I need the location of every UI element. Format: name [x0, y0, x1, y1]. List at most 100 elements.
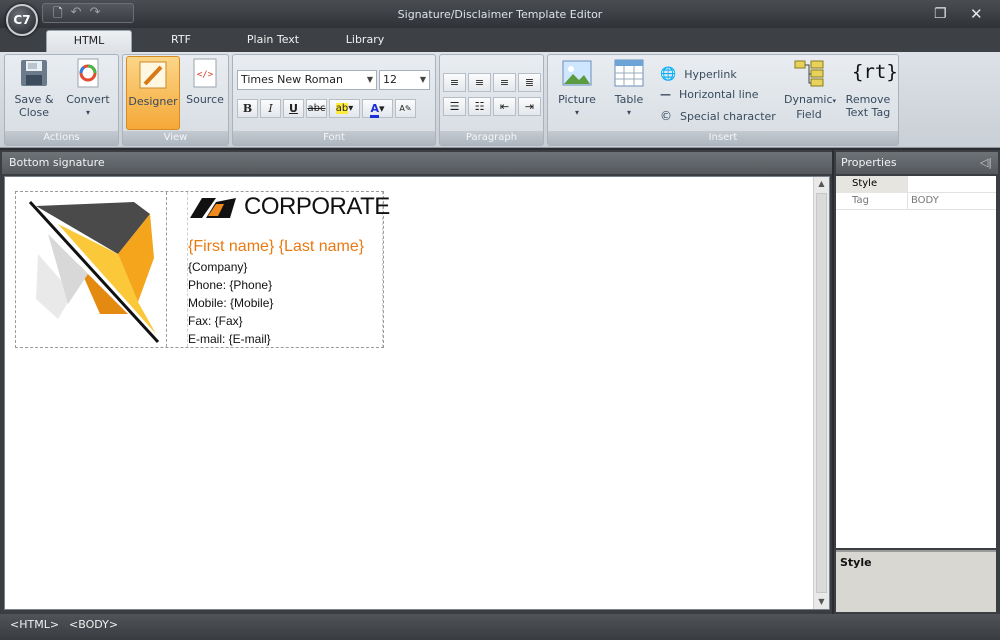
- properties-title: Properties ◁|: [836, 152, 998, 174]
- pin-panel-icon[interactable]: ◁|: [980, 152, 992, 174]
- underline-icon[interactable]: U: [283, 99, 304, 118]
- tab-html[interactable]: HTML: [46, 30, 132, 52]
- horizontal-line-icon: —: [660, 88, 671, 101]
- globe-link-icon: 🌐: [660, 67, 677, 82]
- special-character-button[interactable]: © Special character: [660, 109, 776, 123]
- picture-dropdown-icon: ▾: [574, 108, 579, 117]
- table-dropdown-icon: ▾: [626, 108, 631, 117]
- font-color-icon[interactable]: A▾: [362, 99, 393, 118]
- clear-formatting-icon[interactable]: A✎: [395, 99, 416, 118]
- title-bar: 🗋 ↶ ↷ Signature/Disclaimer Template Edit…: [0, 0, 1000, 28]
- design-surface[interactable]: CORPORATE {First name} {Last name} {Comp…: [4, 176, 830, 610]
- font-size-value: 12: [383, 73, 397, 86]
- list-row: ☰ ☷ ⇤ ⇥: [443, 97, 541, 116]
- italic-icon[interactable]: I: [260, 99, 281, 118]
- chevron-down-icon: ▼: [366, 75, 373, 84]
- dynamic-field-icon: [793, 57, 825, 89]
- align-left-icon[interactable]: ≡: [443, 73, 466, 92]
- fax-field[interactable]: Fax: {Fax}: [188, 314, 243, 328]
- tab-plain-text[interactable]: Plain Text: [230, 30, 316, 52]
- align-justify-icon[interactable]: ≣: [518, 73, 541, 92]
- font-size-select[interactable]: 12 ▼: [379, 70, 430, 90]
- app-logo[interactable]: C7: [6, 4, 38, 36]
- restore-window-icon[interactable]: ❐: [934, 6, 947, 22]
- property-key: Tag: [836, 193, 908, 210]
- highlight-color-icon[interactable]: ab▾: [329, 99, 360, 118]
- designer-label: Designer: [128, 95, 178, 108]
- source-code-icon: </>: [189, 57, 221, 89]
- save-close-button[interactable]: Save & Close: [9, 57, 59, 119]
- mobile-field[interactable]: Mobile: {Mobile}: [188, 296, 273, 310]
- convert-label: Convert: [66, 93, 110, 106]
- cell-divider: [166, 192, 167, 347]
- special-character-label: Special character: [680, 109, 776, 123]
- remove-text-tag-icon: {rt}: [852, 61, 898, 83]
- convert-button[interactable]: Convert ▾: [63, 57, 113, 119]
- remove-text-tag-button[interactable]: {rt} Remove Text Tag: [842, 57, 898, 119]
- scroll-up-icon[interactable]: ▲: [814, 177, 829, 191]
- property-row-tag[interactable]: Tag BODY: [836, 193, 996, 210]
- dynamic-field-label: Dynamic▾ Field: [784, 93, 837, 121]
- decrease-indent-icon[interactable]: ⇤: [493, 97, 516, 116]
- view-group-label: View: [123, 131, 228, 145]
- picture-button[interactable]: Picture ▾: [554, 57, 600, 119]
- contact-cell[interactable]: CORPORATE {First name} {Last name} {Comp…: [187, 192, 390, 347]
- floppy-disk-icon: [18, 57, 50, 89]
- editor-panel: Bottom signature CORPORATE {First name} …: [0, 150, 832, 614]
- source-button[interactable]: </> Source: [183, 57, 227, 106]
- status-bar: <HTML> <BODY>: [0, 614, 1000, 640]
- designer-pencil-icon: [137, 59, 169, 91]
- vertical-scrollbar[interactable]: ▲ ▼: [813, 177, 829, 609]
- signature-table[interactable]: CORPORATE {First name} {Last name} {Comp…: [15, 191, 390, 348]
- corporate-logo: CORPORATE: [188, 192, 390, 222]
- insert-group-label: Insert: [548, 131, 898, 145]
- full-name-field[interactable]: {First name} {Last name}: [188, 238, 364, 256]
- body-tag-breadcrumb[interactable]: <BODY>: [69, 614, 118, 640]
- actions-group-label: Actions: [5, 131, 118, 145]
- font-family-value: Times New Roman: [241, 73, 343, 86]
- picture-icon: [561, 57, 593, 89]
- phone-field[interactable]: Phone: {Phone}: [188, 278, 272, 292]
- close-window-icon[interactable]: ✕: [970, 6, 983, 22]
- paragraph-group-label: Paragraph: [440, 131, 543, 145]
- remove-text-tag-label: Remove Text Tag: [845, 93, 891, 119]
- tab-rtf[interactable]: RTF: [138, 30, 224, 52]
- panel-title: Bottom signature: [2, 152, 832, 174]
- numbered-list-icon[interactable]: ☷: [468, 97, 491, 116]
- property-value[interactable]: [909, 176, 996, 193]
- font-family-select[interactable]: Times New Roman ▼: [237, 70, 377, 90]
- property-row-style[interactable]: Style: [836, 176, 996, 193]
- tab-library[interactable]: Library: [322, 30, 408, 52]
- designer-button[interactable]: Designer: [126, 56, 180, 130]
- actions-group: Save & Close Convert ▾ Actions: [4, 54, 119, 146]
- scroll-thumb[interactable]: [816, 193, 827, 593]
- ribbon-tabs: HTML RTF Plain Text Library: [0, 28, 1000, 52]
- html-tag-breadcrumb[interactable]: <HTML>: [10, 614, 59, 640]
- increase-indent-icon[interactable]: ⇥: [518, 97, 541, 116]
- bullet-list-icon[interactable]: ☰: [443, 97, 466, 116]
- property-key: Style: [836, 176, 908, 193]
- dynamic-field-button[interactable]: Dynamic▾ Field: [784, 57, 837, 121]
- align-right-icon[interactable]: ≡: [493, 73, 516, 92]
- scroll-down-icon[interactable]: ▼: [814, 595, 829, 609]
- email-field[interactable]: E-mail: {E-mail}: [188, 332, 271, 346]
- insert-group: Picture ▾ Table ▾ 🌐 Hyperlink — Horizont…: [547, 54, 899, 146]
- window-title: Signature/Disclaimer Template Editor: [397, 8, 603, 21]
- strikethrough-icon[interactable]: abc: [306, 99, 327, 118]
- table-button[interactable]: Table ▾: [606, 57, 652, 119]
- picture-label: Picture: [558, 93, 596, 106]
- property-grid[interactable]: Style Tag BODY: [836, 176, 996, 548]
- paragraph-group: ≡ ≡ ≡ ≣ ☰ ☷ ⇤ ⇥ Paragraph: [439, 54, 544, 146]
- company-field[interactable]: {Company}: [188, 260, 247, 274]
- horizontal-line-button[interactable]: — Horizontal line: [660, 88, 759, 101]
- horizontal-line-label: Horizontal line: [679, 88, 759, 101]
- logo-image[interactable]: [18, 194, 164, 345]
- property-value: BODY: [911, 195, 939, 206]
- font-group-label: Font: [233, 131, 435, 145]
- hyperlink-button[interactable]: 🌐 Hyperlink: [660, 67, 737, 82]
- align-center-icon[interactable]: ≡: [468, 73, 491, 92]
- source-label: Source: [186, 93, 224, 106]
- alignment-row: ≡ ≡ ≡ ≣: [443, 73, 541, 92]
- svg-text:</>: </>: [197, 70, 214, 80]
- bold-icon[interactable]: B: [237, 99, 258, 118]
